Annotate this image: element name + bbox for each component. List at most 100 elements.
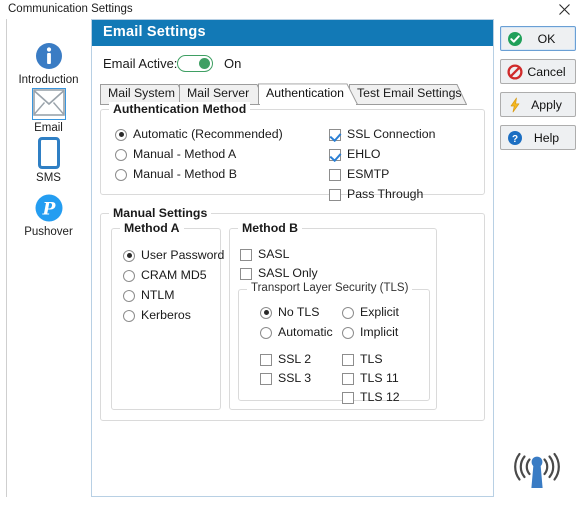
radio-indicator <box>115 148 127 161</box>
option-label: SSL 3 <box>278 371 312 385</box>
button-label: Apply <box>531 97 562 112</box>
radio-indicator <box>123 269 135 282</box>
radio-implicit[interactable]: Implicit <box>342 326 398 339</box>
group-title: Authentication Method <box>109 102 251 116</box>
window-title: Communication Settings <box>8 3 133 15</box>
radio-indicator <box>123 309 135 322</box>
radio-user-password[interactable]: User Password <box>123 249 224 262</box>
cancel-button[interactable]: Cancel <box>500 59 576 84</box>
svg-text:?: ? <box>512 134 518 145</box>
button-label: Help <box>533 130 560 145</box>
tab-label: Mail Server <box>187 86 250 100</box>
close-icon[interactable] <box>551 1 577 17</box>
sidebar-item-label: Email <box>34 122 63 134</box>
checkbox-esmtp[interactable]: ESMTP <box>329 168 389 181</box>
sidebar: Introduction Email SMS P Pushover <box>6 19 90 497</box>
manual-settings-group: Manual Settings Method A User Password C… <box>100 206 485 421</box>
checkbox-indicator <box>342 353 354 366</box>
checkbox-ssl-connection[interactable]: SSL Connection <box>329 128 435 141</box>
help-button[interactable]: ? Help <box>500 125 576 150</box>
checkbox-sasl-only[interactable]: SASL Only <box>240 267 318 280</box>
email-active-toggle[interactable] <box>177 55 213 72</box>
option-label: User Password <box>141 248 225 262</box>
radio-indicator <box>342 326 354 339</box>
option-label: TLS 11 <box>360 371 399 385</box>
checkbox-indicator <box>342 372 354 385</box>
sidebar-item-pushover[interactable]: P Pushover <box>7 189 90 239</box>
checkbox-ssl-2[interactable]: SSL 2 <box>260 353 311 366</box>
sidebar-item-sms[interactable]: SMS <box>7 135 90 185</box>
tab-test-email-settings[interactable]: Test Email Settings <box>349 83 467 105</box>
option-label: EHLO <box>347 147 381 161</box>
tls-group: Transport Layer Security (TLS) No TLS Au… <box>238 282 430 404</box>
group-title: Method B <box>238 221 303 235</box>
checkbox-tls-11[interactable]: TLS 11 <box>342 372 399 385</box>
option-label: Pass Through <box>347 187 424 201</box>
radio-manual-method-b[interactable]: Manual - Method B <box>115 168 237 181</box>
ok-button[interactable]: OK <box>500 26 576 51</box>
title-bar: Communication Settings <box>0 0 581 19</box>
tab-label: Authentication <box>266 86 344 100</box>
tab-label: Mail System <box>108 86 175 100</box>
radio-cram-md5[interactable]: CRAM MD5 <box>123 269 207 282</box>
radio-indicator <box>260 306 272 319</box>
sidebar-item-introduction[interactable]: Introduction <box>7 37 90 87</box>
email-active-state: On <box>224 56 242 71</box>
apply-button[interactable]: Apply <box>500 92 576 117</box>
radio-automatic[interactable]: Automatic (Recommended) <box>115 128 283 141</box>
page-title: Email Settings <box>103 24 206 40</box>
checkbox-ssl-3[interactable]: SSL 3 <box>260 372 311 385</box>
radio-explicit[interactable]: Explicit <box>342 306 399 319</box>
method-b-group: Method B SASL SASL Only Transport Layer … <box>229 221 437 410</box>
radio-automatic-tls[interactable]: Automatic <box>260 326 333 339</box>
tab-label: Test Email Settings <box>357 86 462 100</box>
forbidden-icon <box>504 63 526 80</box>
sidebar-item-label: Pushover <box>24 226 73 238</box>
option-label: SSL Connection <box>347 127 436 141</box>
checkbox-tls-12[interactable]: TLS 12 <box>342 391 400 404</box>
checkbox-tls[interactable]: TLS <box>342 353 383 366</box>
question-circle-icon: ? <box>504 130 526 146</box>
radio-ntlm[interactable]: NTLM <box>123 289 174 302</box>
radio-indicator <box>115 168 127 181</box>
group-title: Transport Layer Security (TLS) <box>247 282 413 294</box>
option-label: Automatic (Recommended) <box>133 127 283 141</box>
checkbox-pass-through[interactable]: Pass Through <box>329 188 423 201</box>
option-label: NTLM <box>141 288 175 302</box>
checkbox-indicator <box>240 248 252 261</box>
lightning-icon <box>504 97 526 113</box>
option-label: Automatic <box>278 325 333 339</box>
checkbox-sasl[interactable]: SASL <box>240 248 289 261</box>
checkbox-indicator <box>329 128 341 141</box>
option-label: Manual - Method A <box>133 147 237 161</box>
check-circle-icon <box>504 31 526 47</box>
button-label: OK <box>537 31 556 46</box>
option-label: SASL Only <box>258 266 318 280</box>
checkbox-indicator <box>329 188 341 201</box>
radio-indicator <box>342 306 354 319</box>
option-label: No TLS <box>278 305 320 319</box>
toggle-knob <box>199 58 210 69</box>
radio-indicator <box>115 128 127 141</box>
radio-indicator <box>123 289 135 302</box>
radio-manual-method-a[interactable]: Manual - Method A <box>115 148 236 161</box>
checkbox-indicator <box>329 168 341 181</box>
info-icon <box>7 37 90 71</box>
method-a-group: Method A User Password CRAM MD5 NTLM Ker… <box>111 221 224 410</box>
panel-header: Email Settings <box>92 20 493 46</box>
option-label: Implicit <box>360 325 399 339</box>
svg-text:P: P <box>41 200 56 220</box>
option-label: Kerberos <box>141 308 191 322</box>
tab-authentication[interactable]: Authentication <box>258 83 358 105</box>
checkbox-indicator <box>329 148 341 161</box>
option-label: TLS <box>360 352 383 366</box>
option-label: SSL 2 <box>278 352 312 366</box>
option-label: CRAM MD5 <box>141 268 207 282</box>
radio-no-tls[interactable]: No TLS <box>260 306 319 319</box>
email-active-row: Email Active: On <box>103 53 473 75</box>
pushover-icon: P <box>7 189 90 223</box>
radio-kerberos[interactable]: Kerberos <box>123 309 191 322</box>
sidebar-item-email[interactable]: Email <box>7 85 90 135</box>
option-label: ESMTP <box>347 167 390 181</box>
checkbox-ehlo[interactable]: EHLO <box>329 148 381 161</box>
